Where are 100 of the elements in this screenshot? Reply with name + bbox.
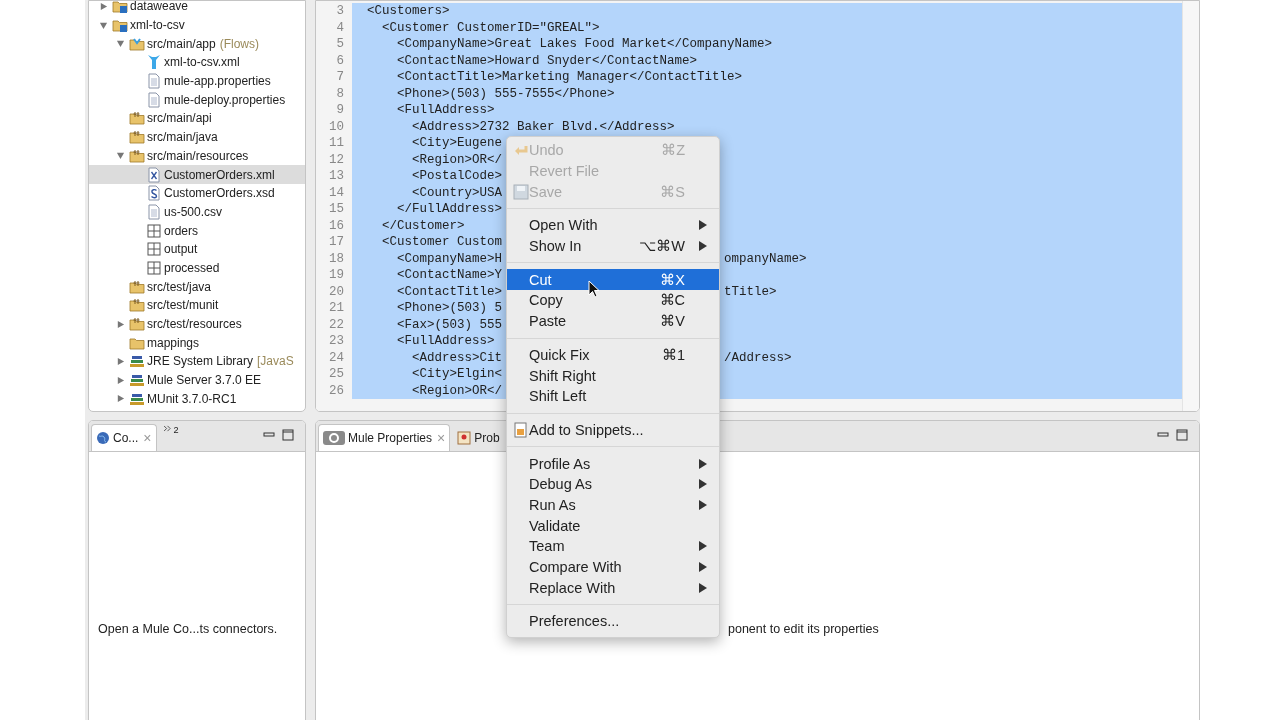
menu-item[interactable]: Compare With — [507, 556, 719, 578]
code-line: <Country>USA — [412, 185, 502, 200]
menu-item[interactable]: Validate — [507, 515, 719, 536]
mule-config-icon — [146, 54, 162, 71]
menu-item[interactable]: Shift Right — [507, 365, 719, 386]
file-icon — [146, 203, 162, 220]
more-views-tab[interactable]: 2 — [158, 421, 184, 451]
code-line: <Phone>(503) 555-7555</Phone> — [397, 86, 615, 101]
tree-item-label[interactable]: mule-app.properties — [164, 74, 271, 89]
line-number: 16 — [328, 218, 345, 233]
project-folder-icon — [112, 17, 128, 34]
tree-item-label[interactable]: src/main/api — [147, 111, 212, 126]
problems-icon — [457, 431, 472, 445]
menu-item[interactable]: Quick Fix ⌘1 — [507, 344, 719, 366]
expanded-arrow-icon[interactable] — [116, 151, 125, 161]
line-number: 3 — [335, 4, 345, 19]
line-number: 15 — [328, 202, 345, 217]
package-folder-icon — [129, 297, 145, 314]
submenu-arrow-icon — [699, 241, 707, 252]
menu-item[interactable]: Copy ⌘C — [507, 290, 719, 311]
maximize-icon[interactable] — [282, 429, 294, 441]
tree-item-label[interactable]: src/main/app — [147, 36, 216, 51]
tree-item-label[interactable]: xml-to-csv.xml — [164, 55, 240, 70]
tree-item-label[interactable]: src/main/resources — [147, 148, 249, 163]
tree-item-label[interactable]: xml-to-csv — [130, 18, 185, 33]
xml-file-icon — [146, 166, 162, 183]
maximize-icon[interactable] — [1176, 429, 1188, 441]
submenu-arrow-icon — [699, 458, 707, 469]
tree-item-label[interactable]: src/test/munit — [147, 298, 219, 313]
tree-item-label[interactable]: mappings — [147, 335, 200, 350]
menu-item[interactable]: Debug As — [507, 473, 719, 495]
empty-view-message: Open a Mule Co...ts connectors. — [98, 622, 278, 636]
tree-item-label[interactable]: src/test/java — [147, 279, 212, 294]
line-number: 14 — [328, 185, 345, 200]
tree-item-label[interactable]: orders — [164, 223, 198, 238]
line-number: 6 — [335, 53, 345, 68]
tree-item-label[interactable]: Mule Server 3.7.0 EE — [147, 373, 262, 388]
code-line: <ContactName>Howard Snyder</ContactName> — [397, 53, 698, 68]
scrollbar[interactable] — [1182, 1, 1199, 411]
code-line: <ContactName>Y — [397, 268, 503, 283]
library-icon — [129, 372, 145, 389]
menu-item[interactable]: Run As — [507, 494, 719, 516]
tree-item-label[interactable]: src/test/resources — [147, 317, 242, 332]
code-line: <Address>Cit — [412, 350, 502, 365]
tree-item-label[interactable]: JRE System Library — [147, 354, 254, 369]
package-folder-icon — [129, 110, 145, 127]
view-tab[interactable]: Mule Properties × — [318, 424, 451, 451]
grid-icon — [146, 222, 162, 239]
code-line: </FullAddress> — [397, 202, 503, 217]
code-line: <ContactTitle> — [397, 284, 503, 299]
line-number: 17 — [328, 235, 345, 250]
tree-item-label[interactable]: src/main/java — [147, 130, 218, 145]
menu-item[interactable]: Shift Left — [507, 385, 719, 407]
code-line: <Address>2732 Baker Blvd.</Address> — [412, 119, 675, 134]
save-icon — [513, 183, 529, 200]
line-number: 22 — [328, 317, 345, 332]
code-line: <City>Elgin< — [412, 367, 502, 382]
submenu-arrow-icon — [699, 479, 707, 490]
line-number: 5 — [335, 37, 345, 52]
code-line: <Customer CustomerID="GREAL"> — [382, 20, 600, 35]
code-line: <Phone>(503) 5 — [397, 301, 503, 316]
file-icon — [146, 91, 162, 108]
code-line: <Customer Custom — [382, 235, 503, 250]
line-number: 8 — [335, 86, 345, 101]
menu-item[interactable]: Open With — [507, 215, 719, 236]
tree-item-label[interactable]: MUnit 3.7.0-RC1 — [147, 391, 237, 406]
menu-item[interactable]: Paste ⌘V — [507, 310, 719, 332]
line-number: 7 — [335, 70, 345, 85]
view-tab[interactable]: Prob — [452, 424, 505, 451]
file-icon — [146, 73, 162, 90]
tree-item-label[interactable]: us-500.csv — [164, 204, 223, 219]
tree-item-label[interactable]: CustomerOrders.xsd — [164, 186, 275, 201]
menu-item[interactable]: Preferences... — [507, 611, 719, 632]
line-number: 12 — [328, 152, 345, 167]
tree-item-label[interactable]: mule-deploy.properties — [164, 92, 286, 107]
menu-item[interactable]: Replace With — [507, 577, 719, 599]
menu-item[interactable]: Team — [507, 536, 719, 557]
line-number: 10 — [328, 119, 345, 134]
line-number: 20 — [328, 284, 345, 299]
tree-item-label[interactable]: processed — [164, 260, 220, 275]
code-line: <City>Eugene — [412, 136, 502, 151]
collapsed-arrow-icon[interactable] — [116, 319, 125, 329]
menu-item[interactable]: Profile As — [507, 453, 719, 474]
empty-view-message: ponent to edit its properties — [728, 622, 879, 636]
submenu-arrow-icon — [699, 582, 707, 593]
grid-icon — [146, 241, 162, 258]
tree-item-label[interactable]: dataweave — [130, 1, 189, 14]
grid-icon — [146, 259, 162, 276]
menu-item[interactable]: Cut ⌘X — [507, 269, 719, 291]
code-fragment: /Address> — [724, 350, 792, 365]
collapsed-arrow-icon[interactable] — [99, 1, 108, 11]
view-tab[interactable]: Co... × — [91, 424, 157, 451]
submenu-arrow-icon — [699, 562, 707, 573]
line-number: 4 — [335, 20, 345, 35]
code-fragment: ompanyName> — [724, 251, 807, 266]
tree-item-label[interactable]: output — [164, 242, 198, 257]
code-line: <Region>OR</ — [412, 383, 502, 398]
line-number: 24 — [328, 350, 345, 365]
menu-item[interactable]: Show In ⌥⌘W — [507, 235, 719, 257]
menu-item[interactable]: Add to Snippets... — [507, 419, 719, 441]
